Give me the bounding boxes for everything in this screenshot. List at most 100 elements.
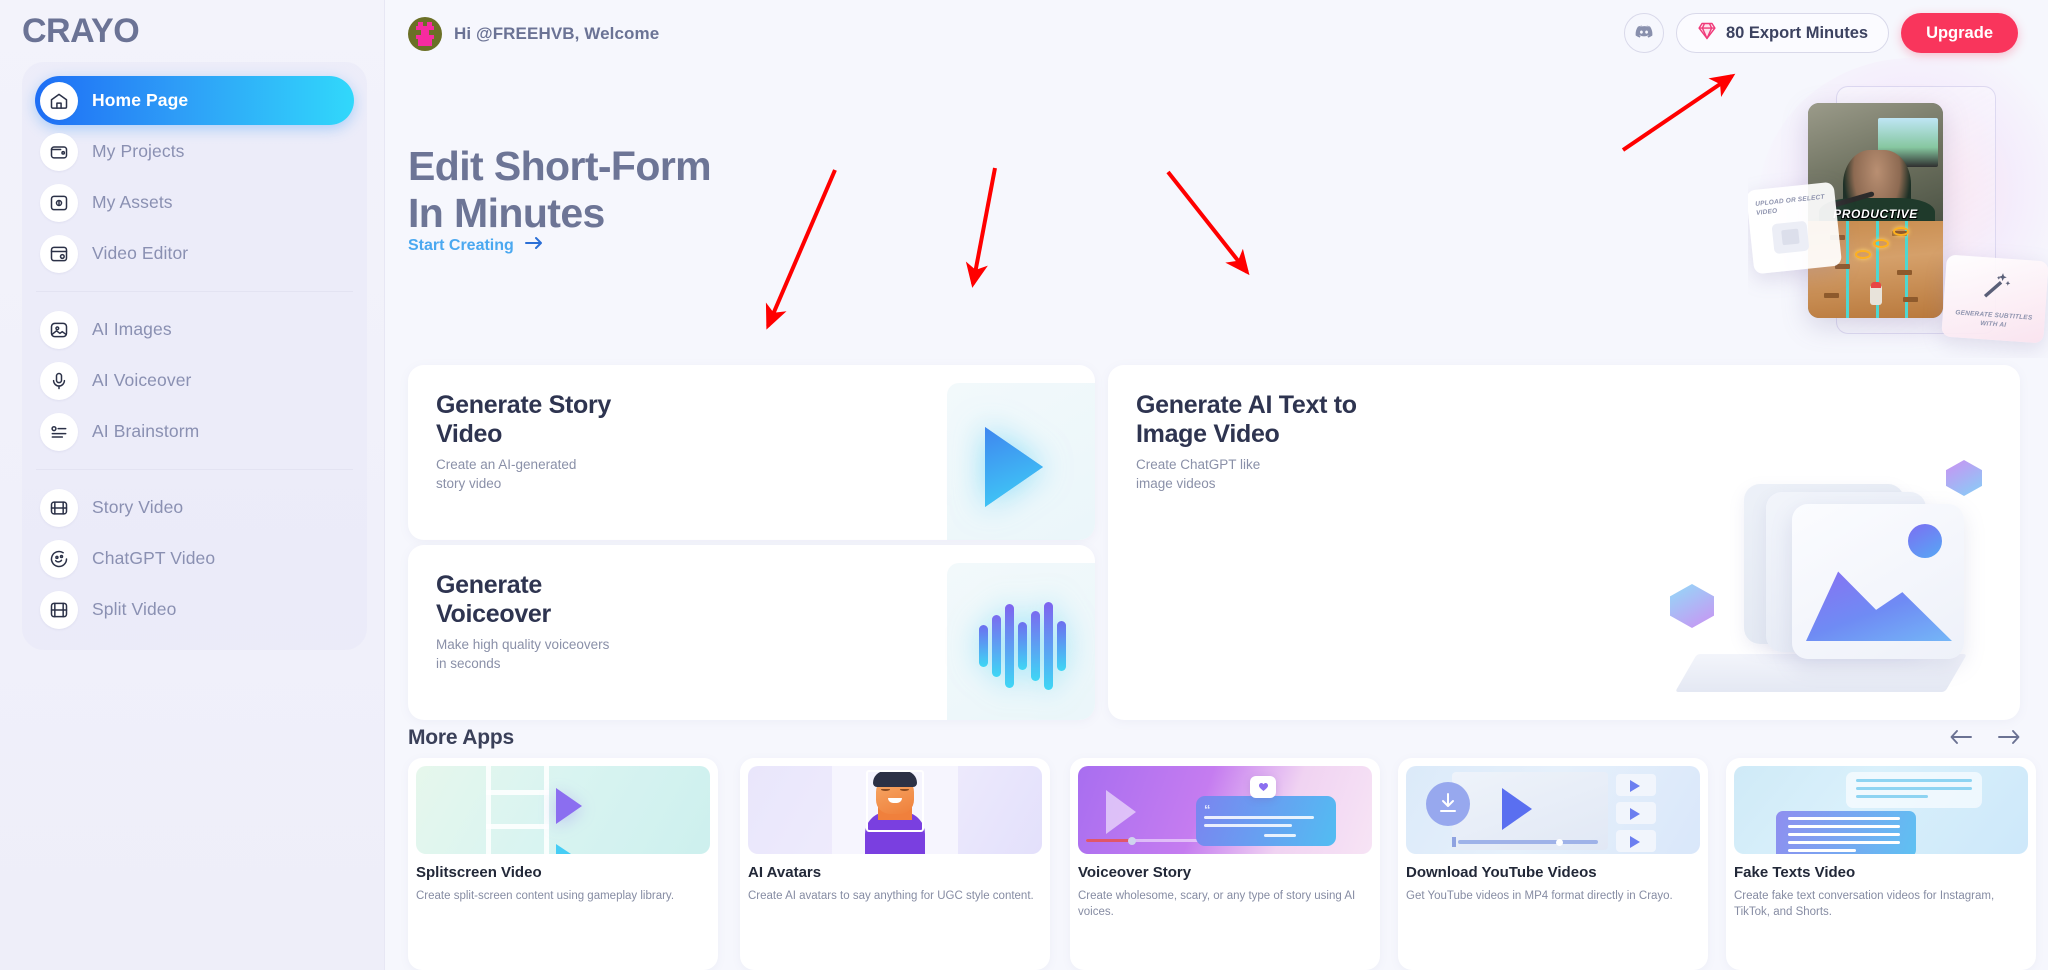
sidebar-item-label: My Projects (92, 141, 185, 161)
hero-upload-card: UPLOAD OR SELECT VIDEO (1748, 181, 1843, 275)
app-description: Create split-screen content using gamepl… (416, 890, 675, 902)
app-card-splitscreen-video[interactable]: Splitscreen Video Create split-screen co… (408, 758, 718, 970)
sidebar-item-ai-images[interactable]: AI Images (35, 305, 354, 354)
feature-card-generate-story-video[interactable]: Generate Story Video Create an AI-genera… (408, 365, 1095, 540)
sidebar-item-ai-brainstorm[interactable]: AI Brainstorm (35, 407, 354, 456)
play-button-art (947, 383, 1095, 540)
grid-film-icon (40, 590, 78, 629)
sidebar-item-chatgpt-video[interactable]: ChatGPT Video (35, 534, 354, 583)
sidebar-item-label: AI Images (92, 319, 172, 339)
sidebar-item-split-video[interactable]: Split Video (35, 585, 354, 634)
app-name: AI Avatars (748, 864, 822, 881)
app-card-ai-avatars[interactable]: AI Avatars Create AI avatars to say anyt… (740, 758, 1050, 970)
annotation-arrow-3 (1166, 170, 1250, 276)
hero-subtitles-card-text: GENERATE SUBTITLES WITH AI (1955, 309, 2033, 329)
splitscreen-thumb (416, 766, 710, 854)
sidebar-item-my-projects[interactable]: My Projects (35, 127, 354, 176)
sidebar-item-video-editor[interactable]: Video Editor (35, 229, 354, 278)
card-desc-line-2: story video (436, 476, 502, 491)
faketexts-thumb (1734, 766, 2028, 854)
sidebar-item-label: AI Brainstorm (92, 421, 200, 441)
card-title-line-2: Video (436, 420, 503, 448)
export-minutes-label: 80 Export Minutes (1725, 23, 1869, 42)
export-minutes-pill[interactable]: 80 Export Minutes (1675, 13, 1890, 53)
arrow-left-icon[interactable] (1950, 728, 1972, 751)
sidebar-item-ai-voiceover[interactable]: AI Voiceover (35, 356, 354, 405)
film-icon (40, 488, 78, 527)
sidebar-item-story-video[interactable]: Story Video (35, 483, 354, 532)
sidebar: CRAYO Home Page My Projects My Assets Vi… (0, 0, 385, 970)
voiceover-thumb: “ (1078, 766, 1372, 854)
image-stack-art (1666, 456, 1996, 706)
sidebar-item-home-page[interactable]: Home Page (35, 76, 354, 125)
home-icon (40, 81, 78, 120)
image-icon (40, 310, 78, 349)
folder-icon (40, 132, 78, 171)
sidebar-item-label: Split Video (92, 599, 177, 619)
card-title: Generate Story Video (436, 391, 611, 449)
sidebar-divider (36, 291, 353, 292)
card-desc-line-2: in seconds (436, 656, 501, 671)
app-name: Fake Texts Video (1734, 864, 1856, 881)
discord-icon (1634, 22, 1654, 45)
annotation-arrow-4 (1621, 73, 1736, 152)
app-card-download-youtube-videos[interactable]: Download YouTube Videos Get YouTube vide… (1398, 758, 1708, 970)
magic-wand-icon (1978, 266, 2015, 307)
hero-title-line-1: Edit Short-Form (408, 143, 712, 189)
card-title: Generate AI Text to Image Video (1136, 391, 1357, 449)
avatar-thumb (748, 766, 1042, 854)
video-editor-icon (40, 234, 78, 273)
app-description: Create AI avatars to say anything for UG… (748, 890, 1034, 902)
app-description: Create wholesome, scary, or any type of … (1078, 890, 1356, 918)
app-name: Splitscreen Video (416, 864, 542, 881)
sidebar-item-label: Home Page (92, 90, 189, 110)
greeting-text: Hi @FREEHVB, Welcome (454, 24, 660, 43)
card-title-line-1: Generate AI Text to (1136, 391, 1357, 419)
card-description: Create ChatGPT like image videos (1136, 455, 1260, 493)
waveform-art (947, 563, 1095, 720)
more-apps-title: More Apps (408, 726, 514, 749)
feature-card-generate-ai-text-to-image-video[interactable]: Generate AI Text to Image Video Create C… (1108, 365, 2020, 720)
card-desc-line-1: Create ChatGPT like (1136, 457, 1261, 472)
user-greeting-block: Hi @FREEHVB, Welcome (408, 17, 659, 51)
sidebar-item-my-assets[interactable]: My Assets (35, 178, 354, 227)
avatar[interactable] (408, 17, 442, 51)
carousel-navigation (1950, 728, 2020, 751)
download-thumb (1406, 766, 1700, 854)
discord-button[interactable] (1623, 13, 1664, 53)
app-card-fake-texts-video[interactable]: Fake Texts Video Create fake text conver… (1726, 758, 2036, 970)
card-desc-line-2: image videos (1136, 476, 1216, 491)
app-name: Download YouTube Videos (1406, 864, 1597, 881)
arrow-right-icon (524, 236, 543, 255)
app-root: CRAYO Home Page My Projects My Assets Vi… (0, 0, 2048, 970)
hero-title: Edit Short-Form In Minutes (408, 143, 712, 237)
annotation-arrow-1 (765, 169, 837, 330)
app-logo[interactable]: CRAYO (22, 12, 140, 51)
card-title-line-1: Generate Story (436, 391, 612, 419)
feature-card-generate-voiceover[interactable]: Generate Voiceover Make high quality voi… (408, 545, 1095, 720)
app-card-voiceover-story[interactable]: “ Voiceover Story Create wholesome, scar… (1070, 758, 1380, 970)
sidebar-item-label: Story Video (92, 497, 184, 517)
card-title-line-2: Image Video (1136, 420, 1280, 448)
start-creating-label: Start Creating (408, 236, 514, 254)
annotation-arrow-2 (965, 167, 997, 288)
card-title: Generate Voiceover (436, 571, 551, 629)
card-description: Make high quality voiceovers in seconds (436, 635, 609, 673)
upgrade-button[interactable]: Upgrade (1901, 13, 2018, 53)
hero-title-line-2: In Minutes (408, 190, 605, 236)
sidebar-item-label: ChatGPT Video (92, 548, 216, 568)
hero-illustration: PRODUCTIVE UPLOAD OR SELECT VIDEO GENERA… (1748, 58, 2048, 358)
app-name: Voiceover Story (1078, 864, 1192, 881)
app-description: Get YouTube videos in MP4 format directl… (1406, 890, 1673, 902)
diamond-icon (1697, 21, 1717, 46)
card-description: Create an AI-generated story video (436, 455, 576, 493)
chat-face-icon (40, 539, 78, 578)
arrow-right-icon[interactable] (1998, 728, 2020, 751)
start-creating-link[interactable]: Start Creating (408, 236, 543, 255)
header-actions: 80 Export Minutes Upgrade (1623, 13, 2018, 53)
sidebar-divider (36, 469, 353, 470)
list-icon (40, 412, 78, 451)
microphone-icon (40, 361, 78, 400)
card-title-line-1: Generate (436, 571, 542, 599)
card-title-line-2: Voiceover (436, 600, 551, 628)
